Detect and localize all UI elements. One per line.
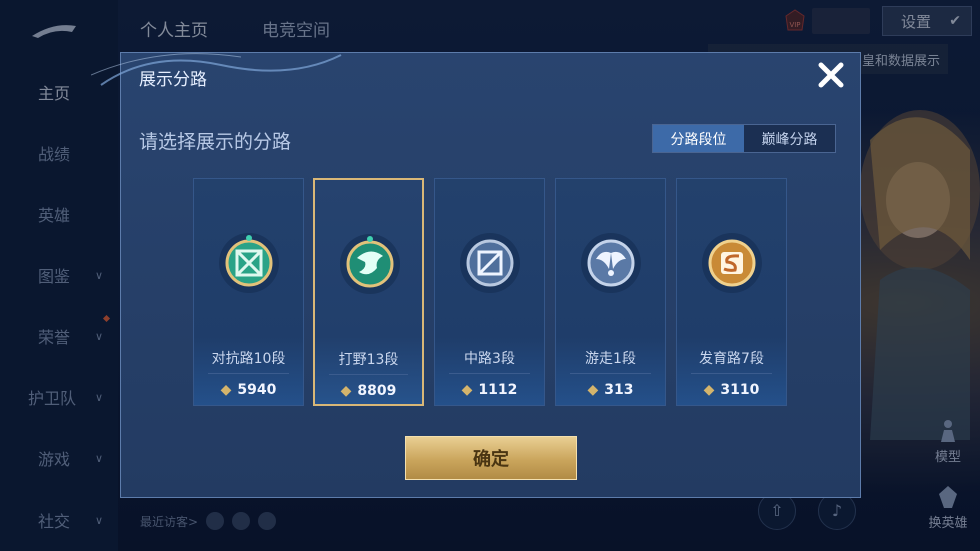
score-gem-icon: ◆	[220, 382, 232, 398]
lane-card-clash[interactable]: 对抗路10段 ◆ 5940	[193, 178, 304, 406]
lane-display-dialog: 展示分路 请选择展示的分路 分路段位 巅峰分路 对抗路10段 ◆ 5940 打野1…	[91, 52, 861, 498]
divider	[449, 373, 530, 374]
lane-score: ◆ 313	[587, 382, 634, 398]
divider	[691, 373, 772, 374]
lane-name: 发育路7段	[699, 351, 764, 367]
lane-name: 中路3段	[464, 351, 515, 367]
lane-card-roam[interactable]: 游走1段 ◆ 313	[555, 178, 666, 406]
lane-score: ◆ 5940	[220, 382, 277, 398]
divider	[329, 374, 408, 375]
lane-card-farm[interactable]: 发育路7段 ◆ 3110	[676, 178, 787, 406]
lane-mode-toggle: 分路段位 巅峰分路	[652, 124, 836, 153]
lane-name: 对抗路10段	[211, 351, 286, 367]
score-gem-icon: ◆	[703, 382, 715, 398]
roam-wings-emblem-icon	[581, 233, 641, 293]
lane-score: ◆ 1112	[461, 382, 518, 398]
tab-peak-lane[interactable]: 巅峰分路	[744, 125, 835, 152]
confirm-button[interactable]: 确定	[405, 436, 577, 480]
decorative-swirl-icon	[91, 53, 342, 86]
lane-score: ◆ 8809	[340, 383, 397, 399]
dialog-title: 展示分路	[139, 70, 207, 90]
lane-card-jungle[interactable]: 打野13段 ◆ 8809	[313, 178, 424, 406]
clash-lane-emblem-icon	[219, 233, 279, 293]
dialog-subtitle: 请选择展示的分路	[139, 131, 292, 153]
divider	[208, 373, 289, 374]
tab-lane-rank[interactable]: 分路段位	[653, 125, 744, 152]
mid-lane-emblem-icon	[460, 233, 520, 293]
close-icon[interactable]	[811, 55, 851, 95]
divider	[570, 373, 651, 374]
farm-lane-emblem-icon	[702, 233, 762, 293]
score-gem-icon: ◆	[340, 383, 352, 399]
lane-card-mid[interactable]: 中路3段 ◆ 1112	[434, 178, 545, 406]
lane-name: 打野13段	[338, 352, 399, 368]
lane-score: ◆ 3110	[703, 382, 760, 398]
lane-name: 游走1段	[585, 351, 636, 367]
score-gem-icon: ◆	[461, 382, 473, 398]
jungle-dragon-emblem-icon	[340, 234, 400, 294]
score-gem-icon: ◆	[587, 382, 599, 398]
